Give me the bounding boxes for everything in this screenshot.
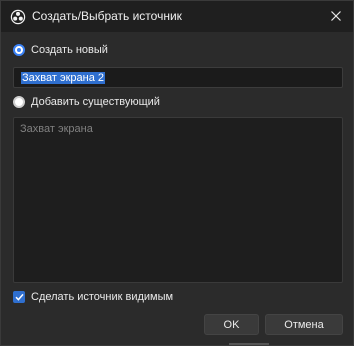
bottom-divider xyxy=(229,343,269,345)
title-bar: Создать/Выбрать источник xyxy=(1,1,353,32)
ok-button[interactable]: OK xyxy=(204,314,259,335)
make-visible-label: Сделать источник видимым xyxy=(31,291,174,303)
make-visible-checkbox[interactable] xyxy=(13,291,25,303)
source-name-input[interactable]: Захват экрана 2 xyxy=(13,67,343,88)
create-new-option[interactable]: Создать новый xyxy=(13,44,108,56)
create-new-label: Создать новый xyxy=(31,44,108,56)
close-button[interactable] xyxy=(327,7,345,25)
obs-logo-icon xyxy=(10,9,26,25)
window-title: Создать/Выбрать источник xyxy=(32,9,182,23)
existing-sources-list[interactable]: Захват экрана xyxy=(13,117,343,283)
close-icon xyxy=(331,11,341,21)
checkmark-icon xyxy=(14,293,24,301)
create-new-radio[interactable] xyxy=(13,44,25,56)
create-select-source-dialog: Создать/Выбрать источник Создать новый З… xyxy=(0,0,354,346)
make-visible-option[interactable]: Сделать источник видимым xyxy=(13,291,173,303)
cancel-button[interactable]: Отмена xyxy=(265,314,343,335)
source-name-value: Захват экрана 2 xyxy=(21,72,105,84)
add-existing-radio[interactable] xyxy=(13,96,25,108)
add-existing-option[interactable]: Добавить существующий xyxy=(13,96,160,108)
add-existing-label: Добавить существующий xyxy=(31,96,160,108)
list-item[interactable]: Захват экрана xyxy=(20,123,93,135)
